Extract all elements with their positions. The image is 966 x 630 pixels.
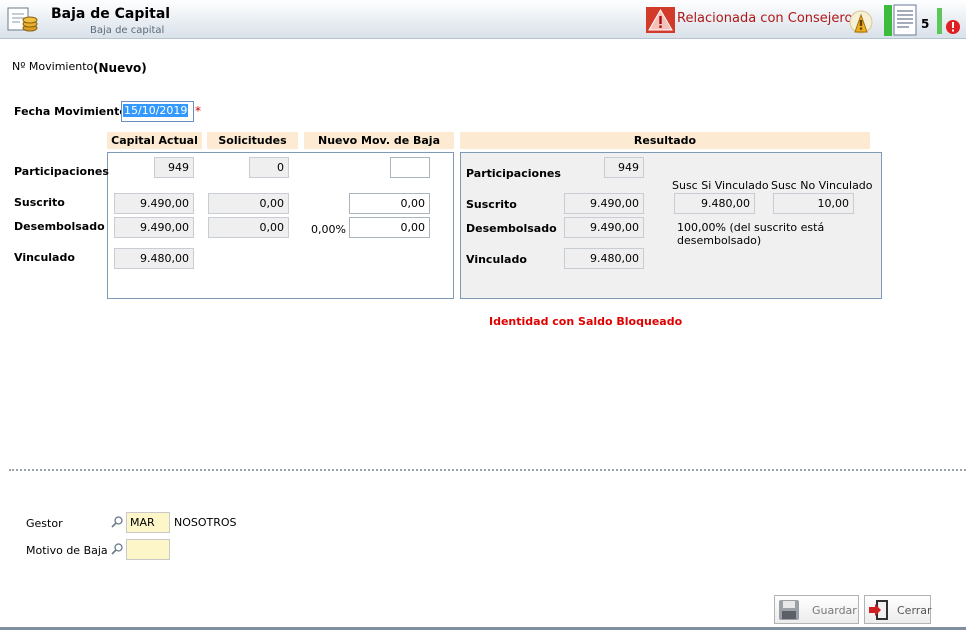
susc-no-value: 10,00: [773, 193, 854, 214]
alert-icon[interactable]: [935, 6, 963, 36]
fecha-label: Fecha Movimiento: [14, 105, 127, 118]
header-bar: Baja de Capital Baja de capital Relacion…: [0, 0, 966, 39]
gestor-search-icon[interactable]: [111, 516, 123, 528]
documents-icon[interactable]: [884, 4, 918, 37]
motivo-input[interactable]: [126, 539, 170, 560]
guardar-label: Guardar: [812, 604, 857, 617]
res-participaciones-label: Participaciones: [466, 167, 561, 180]
res-vinculado-label: Vinculado: [466, 253, 527, 266]
warning-icon[interactable]: [646, 7, 675, 33]
signal-cone-icon[interactable]: [848, 10, 874, 36]
col-resultado: Resultado: [460, 132, 870, 149]
movimiento-value: (Nuevo): [93, 61, 147, 75]
desembolsado-note-line2: desembolsado): [677, 234, 762, 247]
exit-door-icon: [869, 600, 888, 620]
susc-si-label: Susc Si Vinculado: [672, 179, 769, 192]
col-nuevo-mov: Nuevo Mov. de Baja: [304, 132, 454, 149]
motivo-search-icon[interactable]: [111, 543, 123, 555]
susc-si-value: 9.480,00: [674, 193, 755, 214]
cerrar-label: Cerrar: [897, 604, 932, 617]
documents-count: 5: [921, 17, 930, 31]
fecha-value: 15/10/2019: [123, 104, 189, 117]
res-vinculado: 9.480,00: [564, 248, 644, 269]
capital-desembolsado: 9.490,00: [114, 217, 194, 238]
fecha-input[interactable]: 15/10/2019: [121, 101, 194, 122]
blocked-balance-message: Identidad con Saldo Bloqueado: [489, 315, 683, 328]
susc-no-label: Susc No Vinculado: [771, 179, 873, 192]
nuevo-participaciones-input[interactable]: [390, 157, 430, 178]
res-desembolsado-label: Desembolsado: [466, 222, 557, 235]
col-capital-actual: Capital Actual: [107, 132, 202, 149]
cerrar-button[interactable]: Cerrar: [864, 595, 932, 624]
capital-vinculado: 9.480,00: [114, 248, 194, 269]
section-divider: [9, 469, 966, 471]
warning-link[interactable]: Relacionada con Consejeros: [677, 11, 859, 26]
res-desembolsado: 9.490,00: [564, 217, 644, 238]
row-vinculado-label: Vinculado: [14, 251, 75, 264]
row-participaciones-label: Participaciones: [14, 165, 109, 178]
gestor-label: Gestor: [26, 517, 63, 530]
solicitudes-suscrito: 0,00: [208, 193, 289, 214]
res-suscrito: 9.490,00: [564, 193, 644, 214]
guardar-button[interactable]: Guardar: [774, 595, 859, 624]
page-title: Baja de Capital: [51, 6, 171, 22]
row-suscrito-label: Suscrito: [14, 196, 65, 209]
solicitudes-participaciones: 0: [249, 157, 289, 178]
nuevo-desembolsado-pct: 0,00%: [311, 223, 346, 236]
nuevo-suscrito-input[interactable]: 0,00: [349, 193, 430, 214]
desembolsado-note-line1: 100,00% (del suscrito está: [677, 221, 825, 234]
nuevo-desembolsado-input[interactable]: 0,00: [349, 217, 430, 238]
required-marker: *: [195, 104, 201, 118]
capital-participaciones: 949: [154, 157, 194, 178]
capital-suscrito: 9.490,00: [114, 193, 194, 214]
res-suscrito-label: Suscrito: [466, 198, 517, 211]
movimiento-label: Nº Movimiento: [12, 60, 94, 73]
capital-ledger-icon: [7, 7, 38, 32]
res-participaciones: 949: [604, 157, 644, 178]
row-desembolsado-label: Desembolsado: [14, 220, 105, 233]
page-subtitle: Baja de capital: [90, 25, 165, 36]
col-solicitudes: Solicitudes: [207, 132, 298, 149]
gestor-name: NOSOTROS: [174, 516, 237, 529]
solicitudes-desembolsado: 0,00: [208, 217, 289, 238]
motivo-label: Motivo de Baja: [26, 544, 108, 557]
save-icon: [779, 600, 799, 620]
gestor-code-input[interactable]: MAR: [126, 512, 170, 533]
